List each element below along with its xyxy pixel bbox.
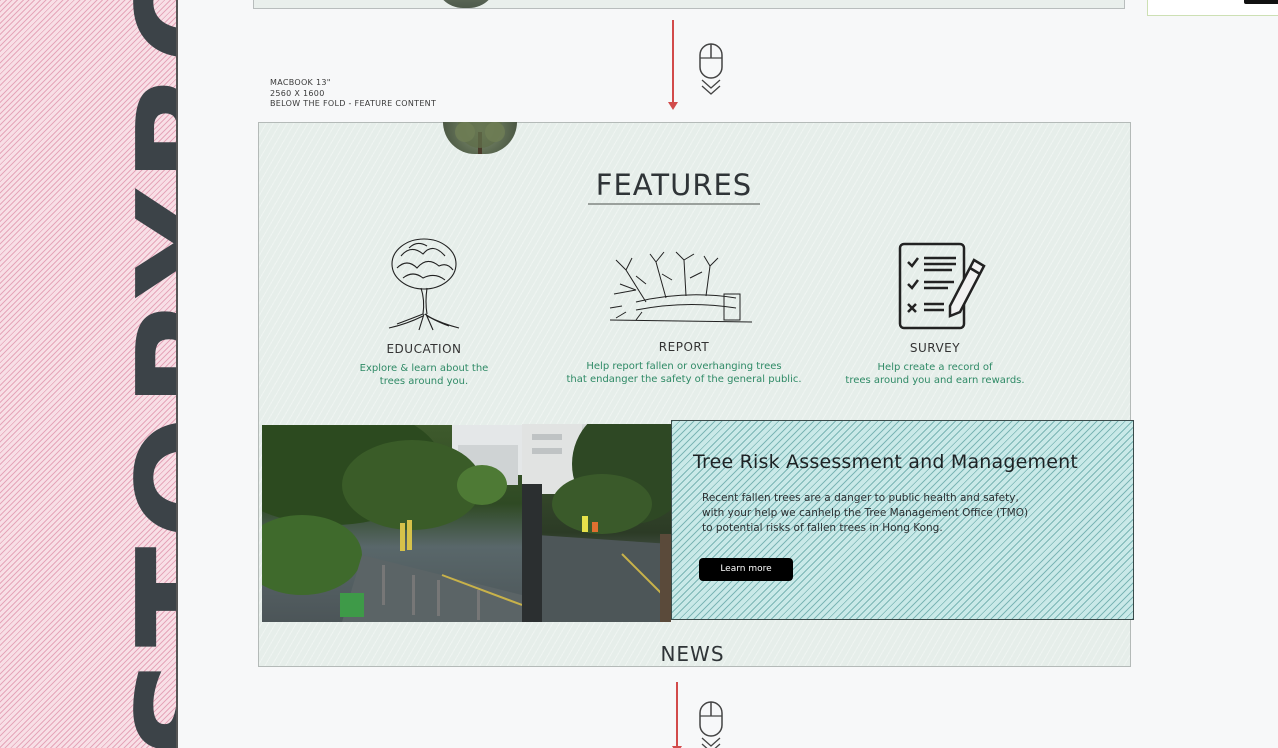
scroll-mouse-icon	[699, 43, 723, 95]
feature-description: Help report fallen or overhanging trees …	[566, 361, 802, 385]
features-underline	[588, 203, 760, 205]
flow-arrow-bottom	[672, 682, 682, 748]
side-screen-button	[1244, 0, 1278, 4]
previous-screen-frame	[253, 0, 1125, 9]
feature-description: Explore & learn about the trees around y…	[359, 363, 489, 387]
device-label: MACBOOK 13"	[270, 78, 331, 87]
scroll-mouse-icon	[699, 701, 723, 748]
street-tree-photo	[522, 424, 671, 622]
feature-title: EDUCATION	[386, 342, 462, 356]
cta-body: Recent fallen trees are a danger to publ…	[702, 492, 1029, 534]
checklist-icon	[898, 242, 986, 330]
flow-arrow-top	[668, 20, 678, 110]
feature-title: REPORT	[658, 340, 710, 354]
feature-report: REPORT Help report fallen or overhanging…	[546, 340, 822, 386]
section-label: BELOW THE FOLD - FEATURE CONTENT	[270, 99, 437, 108]
feature-description: Help create a record of trees around you…	[845, 362, 1025, 386]
fallen-tree-photo	[262, 425, 522, 622]
cta-title: Tree Risk Assessment and Management	[693, 451, 1079, 473]
features-heading: FEATURES	[595, 168, 753, 202]
feature-title: SURVEY	[909, 341, 961, 355]
storyboard-banner: STORYBOARD	[0, 0, 178, 748]
storyboard-title: STORYBOARD	[106, 0, 178, 748]
feature-education: EDUCATION Explore & learn about the tree…	[343, 342, 505, 388]
tree-icon	[388, 238, 460, 331]
feature-survey: SURVEY Help create a record of trees aro…	[830, 341, 1040, 387]
resolution-label: 2560 X 1600	[270, 88, 325, 98]
news-heading: NEWS	[660, 642, 725, 666]
fallen-tree-icon	[609, 251, 753, 323]
screen-meta-label: MACBOOK 13" 2560 X 1600 BELOW THE FOLD -…	[270, 78, 436, 110]
learn-more-button[interactable]: Learn more	[699, 558, 793, 581]
